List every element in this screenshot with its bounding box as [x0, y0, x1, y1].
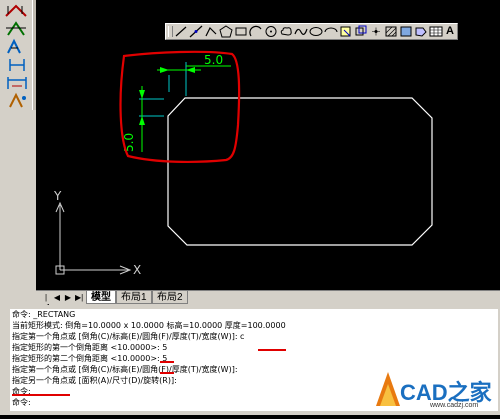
tab-nav-first-button[interactable]: |◀: [42, 293, 50, 311]
annotation-underline: [160, 372, 174, 374]
annotation-circle: [119, 50, 241, 164]
command-line: 指定矩形的第二个倒角距离 <10.0000>: 5: [12, 354, 168, 363]
circle-icon[interactable]: [264, 25, 278, 38]
spline-icon[interactable]: [294, 25, 308, 38]
tab-layout1[interactable]: 布局1: [116, 291, 152, 304]
toolbar-grip[interactable]: [168, 26, 173, 37]
ellipse-icon[interactable]: [309, 25, 323, 38]
command-line: 指定第一个角点或 [倒角(C)/标高(E)/圆角(F)/厚度(T)/宽度(W)]…: [12, 332, 245, 341]
gradient-icon[interactable]: [399, 25, 413, 38]
construction-line-icon[interactable]: [189, 25, 203, 38]
arc-icon[interactable]: [249, 25, 263, 38]
dimension-text-horizontal: 5.0: [204, 53, 223, 67]
tab-nav-last-button[interactable]: ▶|: [75, 293, 83, 302]
ellipse-arc-icon[interactable]: [324, 25, 338, 38]
table-icon[interactable]: [429, 25, 443, 38]
tab-nav-next-button[interactable]: ▶: [64, 293, 72, 302]
command-line: 指定第一个角点或 [倒角(C)/标高(E)/圆角(F)/厚度(T)/宽度(W)]…: [12, 365, 238, 374]
linear-dimension-icon[interactable]: [2, 2, 32, 20]
command-line: 指定矩形的第一个倒角距离 <10.0000>: 5: [12, 343, 168, 352]
revision-cloud-icon[interactable]: [279, 25, 293, 38]
command-line: 命令: _RECTANG: [12, 310, 76, 319]
annotation-underline: [12, 394, 70, 396]
tab-nav-prev-button[interactable]: ◀: [53, 293, 61, 302]
multiline-text-icon[interactable]: A: [444, 25, 456, 38]
chamfered-rectangle[interactable]: [167, 97, 433, 246]
rectangle-icon[interactable]: [234, 25, 248, 38]
line-icon[interactable]: [174, 25, 188, 38]
baseline-dimension-icon[interactable]: [2, 74, 32, 92]
annotation-underline: [258, 349, 286, 351]
radius-dimension-icon[interactable]: [2, 38, 32, 56]
region-icon[interactable]: [414, 25, 428, 38]
polyline-icon[interactable]: [204, 25, 218, 38]
ucs-y-label: Y: [53, 189, 62, 203]
hatch-icon[interactable]: [384, 25, 398, 38]
drawing-canvas[interactable]: 5.0 5.0 Y X A: [36, 0, 500, 290]
polygon-icon[interactable]: [219, 25, 233, 38]
ordinate-dimension-icon[interactable]: [2, 56, 32, 74]
command-line: 当前矩形模式: 倒角=10.0000 x 10.0000 标高=10.0000 …: [12, 321, 286, 330]
tab-model[interactable]: 模型: [86, 291, 116, 304]
point-icon[interactable]: [369, 25, 383, 38]
command-line: 指定另一个角点或 [面积(A)/尺寸(D)/旋转(R)]:: [12, 376, 177, 385]
annotation-underline: [160, 361, 174, 363]
layout-tabs-bar: |◀ ◀ ▶ ▶| 模型 布局1 布局2: [36, 290, 500, 311]
ucs-icon: Y X: [53, 189, 141, 277]
draw-toolbar: A: [165, 23, 458, 40]
aligned-dimension-icon[interactable]: [2, 20, 32, 38]
insert-block-icon[interactable]: [339, 25, 353, 38]
continue-dimension-icon[interactable]: [2, 92, 32, 110]
watermark-url: www.cadzj.com: [430, 402, 479, 409]
command-input[interactable]: 命令:: [12, 398, 31, 408]
make-block-icon[interactable]: [354, 25, 368, 38]
ucs-x-label: X: [133, 263, 141, 277]
tab-layout2[interactable]: 布局2: [152, 291, 188, 304]
